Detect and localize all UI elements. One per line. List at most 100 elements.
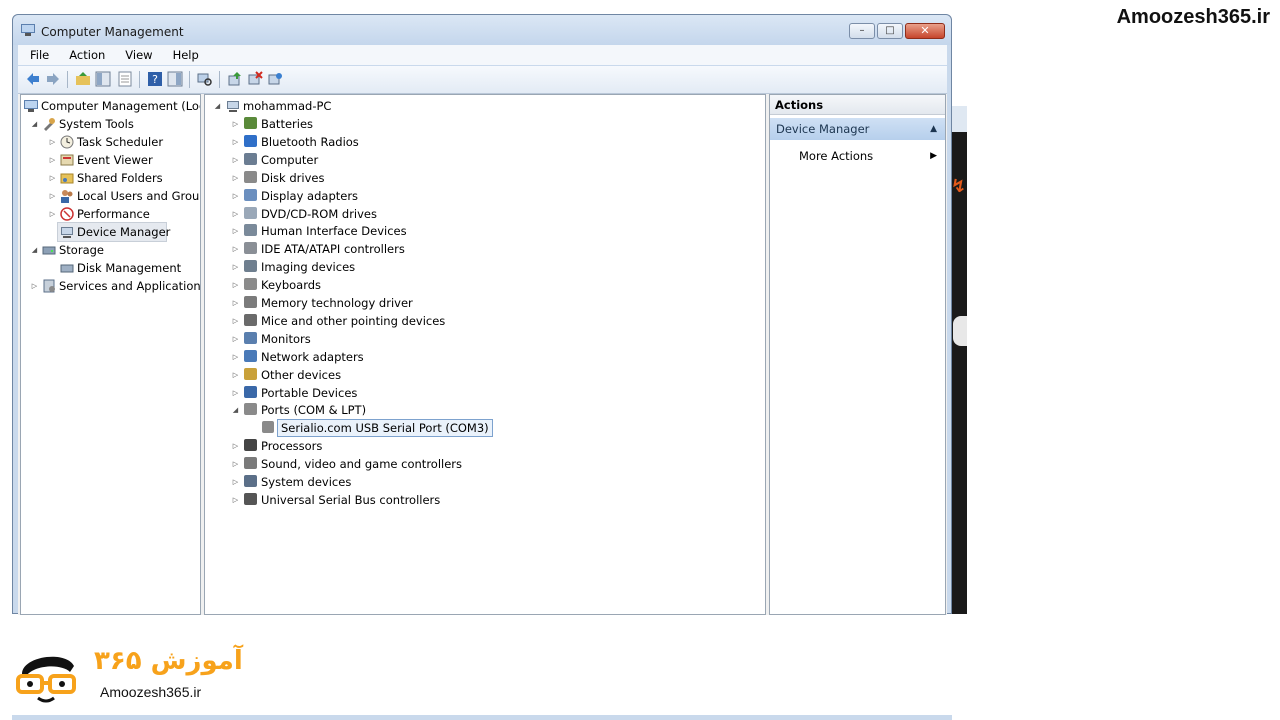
device-category-label: Imaging devices	[261, 260, 356, 275]
computer-management-icon	[24, 100, 38, 112]
device-category-label: Computer	[261, 152, 319, 167]
device-category-label: Batteries	[261, 117, 314, 131]
expand-arrow-icon[interactable]: ▷	[231, 330, 240, 348]
expand-arrow-icon[interactable]: ▷	[48, 151, 57, 169]
more-actions-item[interactable]: More Actions	[799, 147, 873, 165]
expand-arrow-icon[interactable]: ▷	[48, 187, 57, 205]
expand-arrow-icon[interactable]: ▷	[231, 115, 240, 133]
window-bottom-edge	[12, 715, 952, 720]
computer-management-window: Computer Management – □ ✕ File Action Vi…	[12, 14, 952, 615]
update-driver-icon[interactable]	[227, 71, 243, 87]
device-category-icon	[244, 170, 257, 183]
device-category-icon	[244, 349, 257, 362]
menu-file[interactable]: File	[18, 45, 57, 65]
device-category-label: System devices	[261, 475, 352, 489]
tree-label-storage: Storage	[59, 243, 104, 257]
device-category-label: Sound, video and game controllers	[261, 457, 463, 472]
forward-arrow-icon[interactable]	[45, 71, 61, 87]
device-category-icon	[244, 134, 257, 147]
expand-arrow-icon[interactable]: ▷	[231, 312, 240, 330]
tree-label-event-viewer: Event Viewer	[77, 153, 153, 167]
tree-label-services: Services and Applications	[59, 279, 201, 293]
device-category-label: Bluetooth Radios	[261, 134, 359, 149]
collapse-up-icon[interactable]: ▲	[930, 118, 937, 140]
menu-help[interactable]: Help	[161, 45, 207, 65]
device-category-icon	[244, 224, 257, 237]
tree-node-device-manager[interactable]: Device Manager	[57, 222, 170, 242]
expand-arrow-icon[interactable]: ▷	[231, 294, 240, 312]
enable-device-icon[interactable]	[267, 71, 283, 87]
computer-management-icon	[21, 24, 35, 36]
expand-arrow-icon[interactable]: ▷	[231, 133, 240, 151]
device-category-label: Monitors	[261, 331, 311, 346]
expand-arrow-icon[interactable]: ▷	[231, 205, 240, 223]
expand-arrow-icon[interactable]: ▷	[231, 348, 240, 366]
device-category-label: IDE ATA/ATAPI controllers	[261, 242, 405, 257]
cartoon-head-logo-icon	[16, 656, 76, 703]
device-serial-port-label: Serialio.com USB Serial Port (COM3)	[277, 419, 493, 438]
collapse-arrow-icon[interactable]: ◢	[30, 115, 39, 133]
device-category-label: Human Interface Devices	[261, 224, 407, 239]
expand-arrow-icon[interactable]: ▷	[48, 133, 57, 151]
properties-list-icon[interactable]	[117, 71, 133, 87]
expand-arrow-icon[interactable]: ▷	[231, 366, 240, 384]
svg-text:?: ?	[152, 73, 158, 86]
tree-label-root: Computer Management (Local	[41, 99, 201, 113]
device-category-icon	[244, 385, 257, 398]
expand-arrow-icon[interactable]: ▷	[231, 437, 240, 455]
expand-arrow-icon[interactable]: ▷	[231, 455, 240, 473]
maximize-button[interactable]: □	[877, 23, 903, 39]
expand-arrow-icon[interactable]: ▷	[231, 276, 240, 294]
brand-logo: آموزش ۳۶۵ Amoozesh365.ir	[14, 644, 254, 710]
expand-arrow-icon[interactable]: ▷	[231, 258, 240, 276]
device-category-icon	[244, 206, 257, 219]
device-category-label: Keyboards	[261, 278, 322, 293]
back-arrow-icon[interactable]	[25, 71, 41, 87]
serial-port-icon	[262, 421, 274, 434]
close-icon: ✕	[920, 24, 930, 37]
expand-arrow-icon[interactable]: ▷	[30, 277, 39, 295]
device-tree-root-label: mohammad-PC	[243, 99, 332, 113]
actions-pane: Actions Device Manager ▲ More Actions ▶	[769, 94, 946, 615]
up-folder-icon[interactable]	[75, 71, 91, 87]
menu-view[interactable]: View	[113, 45, 160, 65]
expand-arrow-icon[interactable]: ▷	[48, 169, 57, 187]
expand-arrow-icon[interactable]: ▷	[231, 169, 240, 187]
disk-management-icon	[60, 264, 74, 273]
minimize-button[interactable]: –	[849, 23, 875, 39]
device-category-label: DVD/CD-ROM drives	[261, 206, 377, 221]
expand-arrow-icon[interactable]: ▷	[231, 491, 240, 509]
show-hide-tree-icon[interactable]	[95, 71, 111, 87]
title-bar[interactable]: Computer Management – □ ✕	[13, 15, 951, 45]
help-icon[interactable]: ?	[147, 71, 163, 87]
tree-label-performance: Performance	[77, 207, 150, 221]
menu-action[interactable]: Action	[57, 45, 113, 65]
actions-section-device-manager[interactable]: Device Manager ▲	[770, 118, 945, 140]
device-category-label: Universal Serial Bus controllers	[261, 492, 441, 507]
expand-arrow-icon[interactable]: ▷	[231, 151, 240, 169]
expand-arrow-icon[interactable]: ▷	[231, 187, 240, 205]
collapse-arrow-icon[interactable]: ◢	[213, 97, 222, 115]
expand-arrow-icon[interactable]: ▷	[231, 473, 240, 491]
expand-arrow-icon[interactable]: ▷	[48, 205, 57, 223]
tree-label-local-users: Local Users and Groups	[77, 189, 201, 203]
device-category-icon	[244, 260, 257, 273]
device-category-icon	[244, 278, 257, 291]
brand-name-english: Amoozesh365.ir	[100, 684, 202, 700]
scan-hardware-icon[interactable]	[197, 71, 213, 87]
expand-arrow-icon[interactable]: ▷	[231, 222, 240, 240]
view-pane-icon[interactable]	[167, 71, 183, 87]
uninstall-device-icon[interactable]	[247, 71, 263, 87]
collapse-arrow-icon[interactable]: ◢	[231, 401, 240, 419]
menu-bar: File Action View Help	[18, 45, 947, 65]
expand-arrow-icon[interactable]: ▷	[231, 240, 240, 258]
close-button[interactable]: ✕	[905, 23, 945, 39]
collapse-arrow-icon[interactable]: ◢	[30, 241, 39, 259]
device-category-icon	[244, 313, 257, 326]
device-tree: ◢ mohammad-PC ▷ Batteries ▷ Bluetooth Radio…	[204, 94, 766, 615]
device-category-icon	[244, 152, 257, 165]
expand-arrow-icon[interactable]: ▷	[231, 384, 240, 402]
device-category-icon	[244, 457, 257, 470]
device-category-label: Display adapters	[261, 188, 359, 203]
performance-icon	[60, 207, 74, 221]
